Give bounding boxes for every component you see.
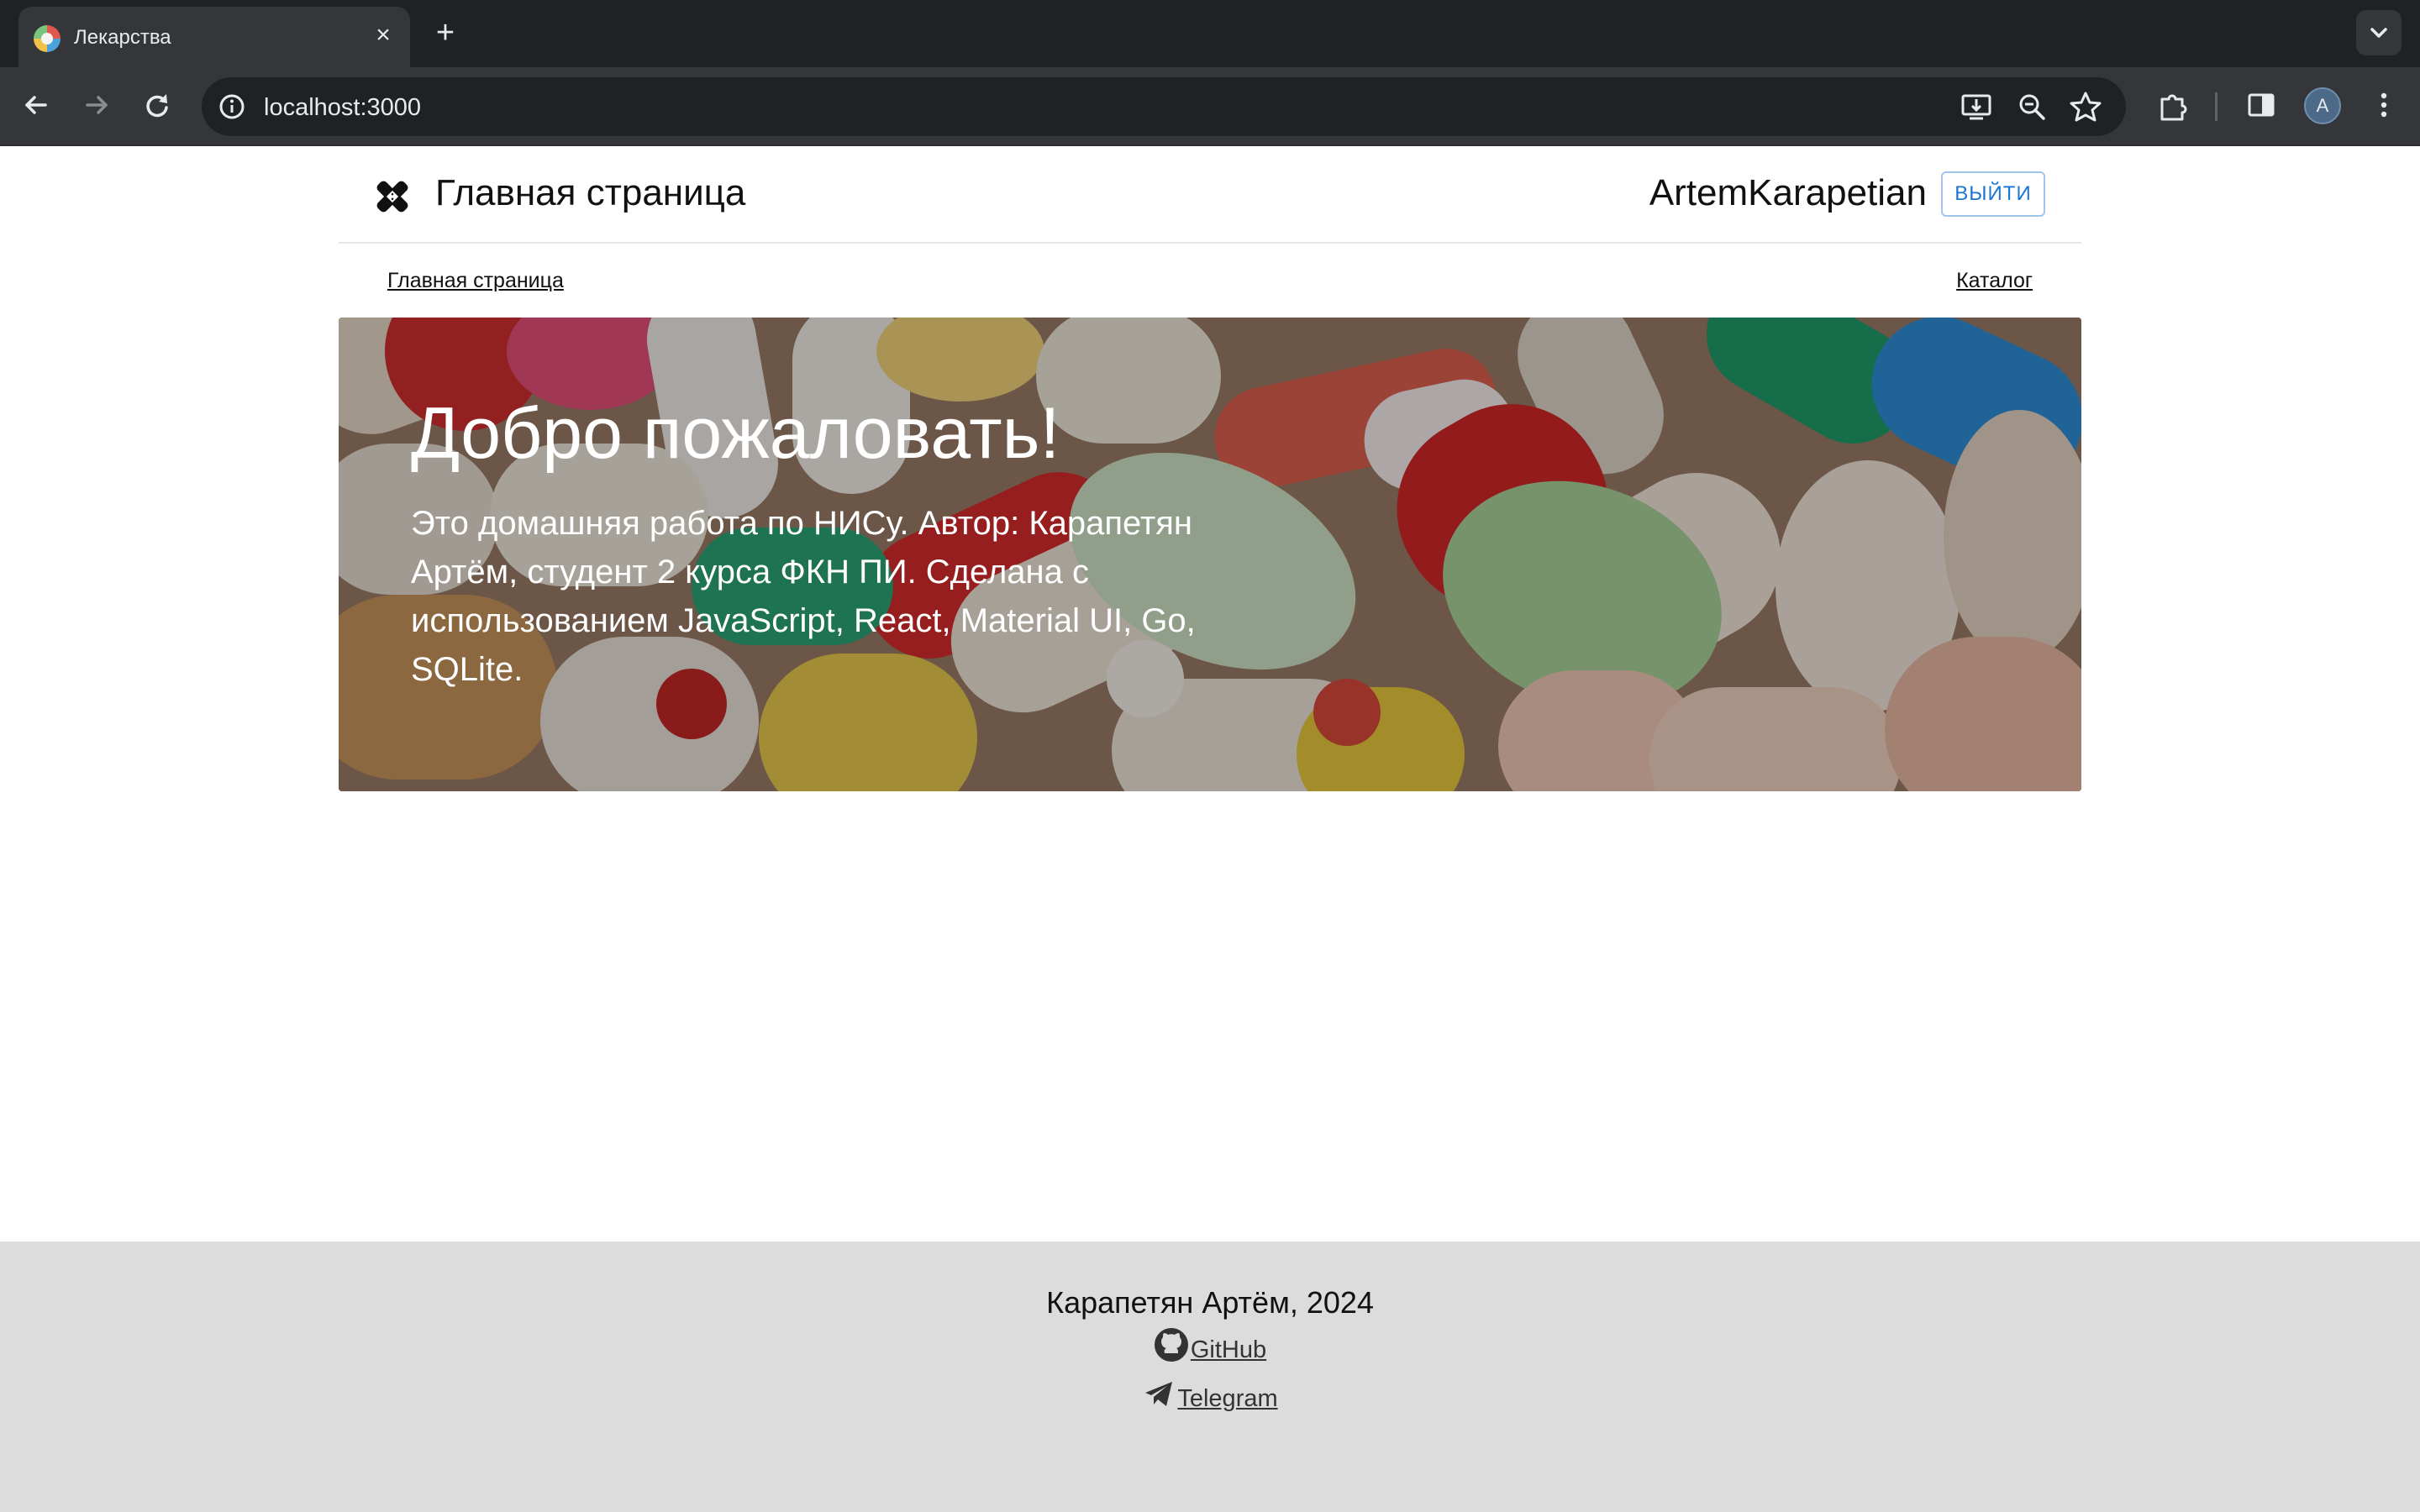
browser-menu-button[interactable] [2361, 82, 2407, 128]
bandage-icon [376, 181, 408, 213]
main-container: Главная страница ArtemKarapetian ВЫЙТИ Г… [339, 146, 2081, 791]
address-bar[interactable]: localhost:3000 [202, 77, 2126, 136]
back-button[interactable] [13, 82, 59, 128]
footer-link-github[interactable]: GitHub [0, 1327, 2420, 1367]
zoom-icon[interactable] [2013, 88, 2050, 125]
pill-favicon-icon [34, 25, 60, 52]
arrow-right-icon [86, 96, 108, 114]
nav-links: Главная страница Каталог [339, 244, 2081, 318]
browser-tab-strip: Лекарства × + [0, 0, 2420, 67]
footer: Карапетян Артём, 2024 GitHub Telegram [0, 1242, 2420, 1512]
extensions-button[interactable] [2149, 82, 2195, 128]
hero-banner: Добро пожаловать! Это домашняя работа по… [339, 318, 2081, 791]
url-text[interactable]: localhost:3000 [264, 94, 421, 121]
footer-link-label[interactable]: Telegram [1177, 1385, 1277, 1412]
profile-avatar[interactable]: A [2304, 87, 2341, 124]
nav-link-catalog[interactable]: Каталог [1956, 267, 2033, 294]
tab-title: Лекарства [74, 26, 171, 49]
footer-copyright: Карапетян Артём, 2024 [1046, 1285, 1374, 1320]
tab-search-button[interactable] [2356, 10, 2402, 55]
page-content: Главная страница ArtemKarapetian ВЫЙТИ Г… [0, 146, 2420, 1512]
arrow-left-icon [25, 96, 47, 114]
install-app-icon[interactable] [1958, 88, 1995, 125]
forward-button[interactable] [74, 82, 119, 128]
side-panel-icon [2248, 93, 2275, 117]
hero-description: Это домашняя работа по НИСу. Автор: Кара… [411, 505, 1196, 688]
toolbar-separator [2215, 92, 2217, 121]
telegram-icon [1145, 1382, 1173, 1406]
bookmark-star-icon[interactable] [2067, 88, 2104, 125]
footer-link-telegram[interactable]: Telegram [0, 1378, 2420, 1415]
reload-button[interactable] [134, 82, 180, 128]
more-vert-icon [2381, 92, 2387, 118]
username-label: ArtemKarapetian [1649, 172, 1927, 213]
browser-toolbar: localhost:3000 A [0, 67, 2420, 146]
github-icon [1154, 1328, 1188, 1362]
footer-link-label[interactable]: GitHub [1191, 1336, 1266, 1363]
nav-link-home[interactable]: Главная страница [387, 267, 564, 294]
reload-icon [146, 94, 168, 118]
app-header: Главная страница ArtemKarapetian ВЫЙТИ [339, 146, 2081, 244]
chevron-down-icon [2370, 28, 2387, 38]
page-title: Главная страница [435, 172, 746, 213]
hero-title: Добро пожаловать! [411, 393, 1060, 474]
logout-button[interactable]: ВЫЙТИ [1941, 171, 2045, 217]
site-info-icon[interactable] [213, 88, 250, 125]
browser-tab[interactable]: Лекарства × [18, 7, 410, 67]
side-panel-button[interactable] [2238, 82, 2284, 128]
tab-close-icon[interactable]: × [368, 20, 398, 50]
new-tab-button[interactable]: + [427, 15, 464, 52]
puzzle-icon [2160, 94, 2187, 121]
